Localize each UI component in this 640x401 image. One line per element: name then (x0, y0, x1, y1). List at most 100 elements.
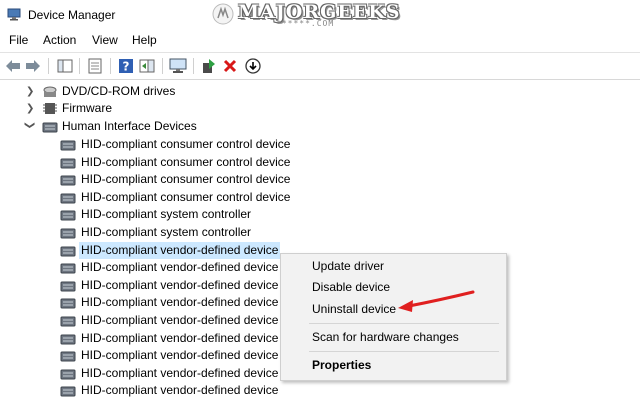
hid-device-row[interactable]: HID-compliant consumer control device (0, 171, 300, 188)
tree-category-label: Firmware (62, 101, 112, 115)
forward-button[interactable] (24, 57, 42, 75)
menu-action[interactable]: Action (43, 33, 76, 47)
hid-device-label: HID-compliant vendor-defined device (81, 348, 279, 362)
forward-arrow-icon (26, 60, 40, 72)
ctx-uninstall-device[interactable]: Uninstall device (312, 302, 396, 316)
menu-help[interactable]: Help (132, 33, 157, 47)
hid-device-row[interactable]: HID-compliant vendor-defined device (0, 242, 300, 259)
hid-device-row[interactable]: HID-compliant vendor-defined device (0, 382, 300, 399)
hid-device-row[interactable]: HID-compliant consumer control device (0, 154, 300, 171)
update-driver-button[interactable] (200, 57, 218, 75)
help-question-icon: ? (119, 59, 133, 74)
hid-device-icon (60, 263, 76, 274)
menu-view[interactable]: View (92, 33, 118, 47)
tree-category-label: DVD/CD-ROM drives (62, 84, 176, 98)
hid-device-row[interactable]: HID-compliant vendor-defined device (0, 312, 300, 329)
hid-device-icon (60, 334, 76, 345)
help-button[interactable]: ? (117, 57, 135, 75)
tree-category-label: Human Interface Devices (62, 119, 197, 133)
context-menu-separator (309, 351, 499, 352)
back-button[interactable] (4, 57, 22, 75)
tree-category-firmware[interactable]: ❯ Firmware (0, 100, 300, 117)
window-title: Device Manager (28, 8, 116, 22)
chevron-right-icon[interactable]: ❯ (26, 83, 36, 100)
hid-device-icon (60, 175, 76, 186)
red-x-icon (223, 59, 237, 73)
hid-device-label: HID-compliant system controller (81, 207, 252, 221)
action-pane-icon (139, 59, 155, 73)
down-arrow-circle-icon (245, 58, 261, 74)
toolbar-separator (79, 58, 80, 74)
back-arrow-icon (6, 60, 20, 72)
firmware-icon (43, 103, 57, 114)
majorgeeks-logo-icon (212, 3, 234, 25)
ctx-scan-hardware[interactable]: Scan for hardware changes (312, 330, 459, 344)
hid-device-icon (60, 140, 76, 151)
hid-device-row[interactable]: HID-compliant vendor-defined device (0, 277, 300, 294)
toolbar-separator (48, 58, 49, 74)
hid-device-icon (60, 351, 76, 362)
hid-device-label: HID-compliant vendor-defined device (81, 295, 279, 309)
disable-device-button[interactable] (244, 57, 262, 75)
chevron-right-icon[interactable]: ❯ (26, 100, 36, 117)
hid-device-row[interactable]: HID-compliant vendor-defined device (0, 294, 300, 311)
svg-text:?: ? (123, 60, 130, 74)
ctx-properties[interactable]: Properties (312, 358, 371, 372)
tree-category-dvd[interactable]: ❯ DVD/CD-ROM drives (0, 83, 300, 100)
hid-device-icon (60, 386, 76, 397)
ctx-disable-device[interactable]: Disable device (312, 280, 390, 294)
hid-device-icon (60, 228, 76, 239)
hid-device-icon (60, 158, 76, 169)
hid-device-label: HID-compliant consumer control device (81, 137, 291, 151)
hid-device-icon (60, 316, 76, 327)
majorgeeks-watermark: MAJORGEEKS ******.COM (212, 1, 400, 31)
hid-device-label: HID-compliant consumer control device (81, 155, 291, 169)
hid-device-row[interactable]: HID-compliant vendor-defined device (0, 347, 300, 364)
hid-device-row[interactable]: HID-compliant system controller (0, 206, 300, 223)
hid-device-label: HID-compliant system controller (81, 225, 252, 239)
hid-device-icon (60, 210, 76, 221)
hid-device-row[interactable]: HID-compliant consumer control device (0, 189, 300, 206)
properties-button[interactable] (86, 57, 104, 75)
toolbar-separator (110, 58, 111, 74)
device-manager-app-icon (7, 8, 21, 21)
hid-device-label: HID-compliant vendor-defined device (79, 242, 281, 259)
hid-device-icon (60, 246, 76, 257)
hid-device-icon (60, 369, 76, 380)
toolbar-separator (162, 58, 163, 74)
hid-category-icon (42, 122, 58, 133)
console-tree-icon (57, 59, 73, 73)
scan-hardware-button[interactable] (169, 57, 187, 75)
hid-device-icon (60, 193, 76, 204)
hid-device-label: HID-compliant vendor-defined device (81, 260, 279, 274)
show-hide-console-tree-button[interactable] (56, 57, 74, 75)
uninstall-device-button[interactable] (221, 57, 239, 75)
menu-bar: File Action View Help (0, 30, 640, 52)
properties-sheet-icon (88, 58, 102, 74)
toolbar: ? (0, 52, 640, 79)
hid-device-label: HID-compliant vendor-defined device (81, 383, 279, 397)
hid-device-label: HID-compliant consumer control device (81, 190, 291, 204)
red-annotation-arrow-icon (398, 290, 475, 312)
hid-device-label: HID-compliant vendor-defined device (81, 313, 279, 327)
hid-device-label: HID-compliant vendor-defined device (81, 278, 279, 292)
update-driver-icon (203, 59, 215, 73)
hid-device-row[interactable]: HID-compliant vendor-defined device (0, 259, 300, 276)
dvd-drive-icon (43, 86, 57, 97)
hid-device-label: HID-compliant vendor-defined device (81, 331, 279, 345)
hid-device-icon (60, 298, 76, 309)
hid-device-row[interactable]: HID-compliant system controller (0, 224, 300, 241)
menu-file[interactable]: File (9, 33, 28, 47)
tree-category-hid[interactable]: ❯ Human Interface Devices (0, 118, 300, 135)
hid-device-row[interactable]: HID-compliant consumer control device (0, 136, 300, 153)
hid-device-label: HID-compliant vendor-defined device (81, 366, 279, 380)
hid-device-label: HID-compliant consumer control device (81, 172, 291, 186)
hid-device-row[interactable]: HID-compliant vendor-defined device (0, 330, 300, 347)
hid-device-icon (60, 281, 76, 292)
watermark-subtext: ******.COM (276, 19, 335, 28)
show-hide-action-pane-button[interactable] (138, 57, 156, 75)
chevron-down-icon[interactable]: ❯ (21, 121, 38, 131)
title-bar: Device Manager MAJORGEEKS ******.COM (0, 0, 640, 30)
hid-device-row[interactable]: HID-compliant vendor-defined device (0, 365, 300, 382)
ctx-update-driver[interactable]: Update driver (312, 259, 384, 273)
